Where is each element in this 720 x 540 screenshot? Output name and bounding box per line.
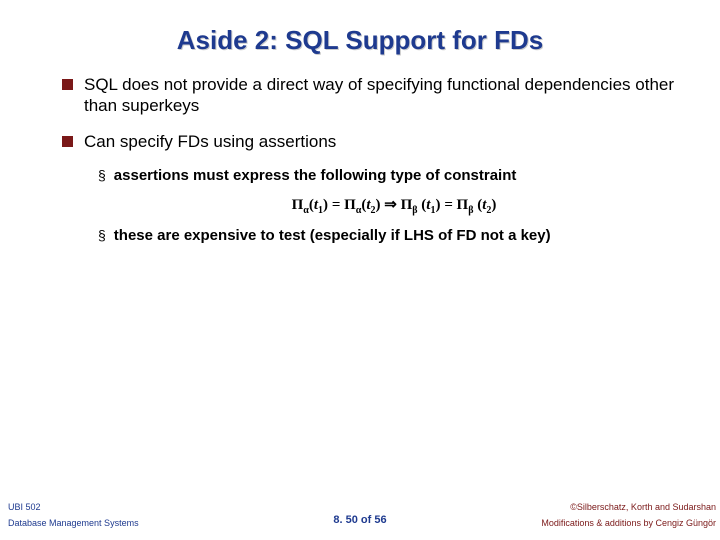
section-mark-icon: § <box>98 226 106 244</box>
formula-constraint: Πα(t1) = Πα(t2) ⇒ Πβ (t1) = Πβ (t2) <box>98 195 690 216</box>
footer-modifications: Modifications & additions by Cengiz Güng… <box>541 518 716 528</box>
bullet-item: SQL does not provide a direct way of spe… <box>62 74 690 117</box>
pi-symbol: Π <box>401 197 413 213</box>
slide-content: SQL does not provide a direct way of spe… <box>0 74 720 246</box>
sub-bullet-text: these are expensive to test (especially … <box>114 226 551 246</box>
sub-bullet-text: assertions must express the following ty… <box>114 166 517 186</box>
bullet-text: Can specify FDs using assertions <box>84 131 336 152</box>
section-mark-icon: § <box>98 166 106 184</box>
implies-symbol: ⇒ <box>381 197 401 213</box>
pi-symbol: Π <box>292 197 304 213</box>
slide-footer: UBI 502 Database Management Systems 8. 5… <box>0 490 720 540</box>
footer-course-code: UBI 502 <box>8 502 41 512</box>
bullet-item: Can specify FDs using assertions <box>62 131 690 152</box>
footer-copyright: ©Silberschatz, Korth and Sudarshan <box>570 502 716 512</box>
pi-symbol: Π <box>457 197 469 213</box>
sub-bullet-list: § assertions must express the following … <box>62 166 690 246</box>
square-bullet-icon <box>62 79 73 90</box>
square-bullet-icon <box>62 136 73 147</box>
bullet-text: SQL does not provide a direct way of spe… <box>84 74 690 117</box>
sub-bullet-item: § assertions must express the following … <box>98 166 690 186</box>
pi-symbol: Π <box>344 197 356 213</box>
sub-bullet-item: § these are expensive to test (especiall… <box>98 226 690 246</box>
eq-symbol: = <box>328 197 344 213</box>
slide-title: Aside 2: SQL Support for FDs <box>0 0 720 74</box>
eq-symbol: = <box>440 197 456 213</box>
